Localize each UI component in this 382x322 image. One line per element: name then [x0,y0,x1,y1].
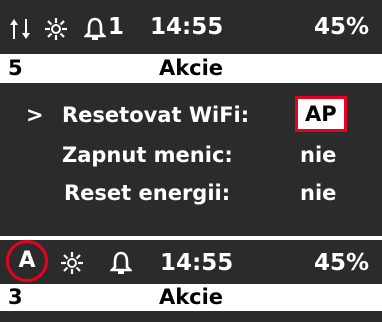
mode-badge: A [6,240,48,282]
bell-icon [110,251,132,274]
battery-percent: 45% [314,250,370,276]
menu-item-value[interactable]: nie [300,140,336,170]
clock-time: 14:55 [150,14,224,40]
menu-item-value-selected[interactable]: AP [295,96,347,132]
menu-title-bar: 3 Akcie [0,284,382,311]
status-bar: 1 14:55 45% [0,0,382,54]
menu-item-label: Zapnut menic: [62,143,233,167]
bell-icon [84,17,106,40]
menu-item-label: Reset energii: [64,181,231,205]
menu-title-bar: 5 Akcie [0,54,382,83]
menu-item-label: Resetovat WiFi: [62,103,250,127]
menu-item-value[interactable]: nie [300,178,336,208]
menu-item-inverter[interactable]: Zapnut menic: nie [0,136,382,174]
clock-time: 14:55 [160,250,234,276]
alert-count: 1 [108,14,125,40]
battery-percent: 45% [314,14,370,40]
menu-item-reset-wifi[interactable]: > Resetovat WiFi: AP [0,96,382,134]
device-screen-bottom: A 14:55 45% 3 Akcie [0,240,382,322]
selection-cursor: > [26,103,44,127]
sun-icon [45,18,67,40]
sun-icon [61,252,83,274]
menu-item-reset-energy[interactable]: Reset energii: nie [0,174,382,212]
device-screen-top: 1 14:55 45% 5 Akcie > Resetovat WiFi: AP… [0,0,382,236]
signal-arrows-icon [10,19,30,39]
menu-title: Akcie [158,56,224,80]
menu-title: Akcie [158,285,224,309]
